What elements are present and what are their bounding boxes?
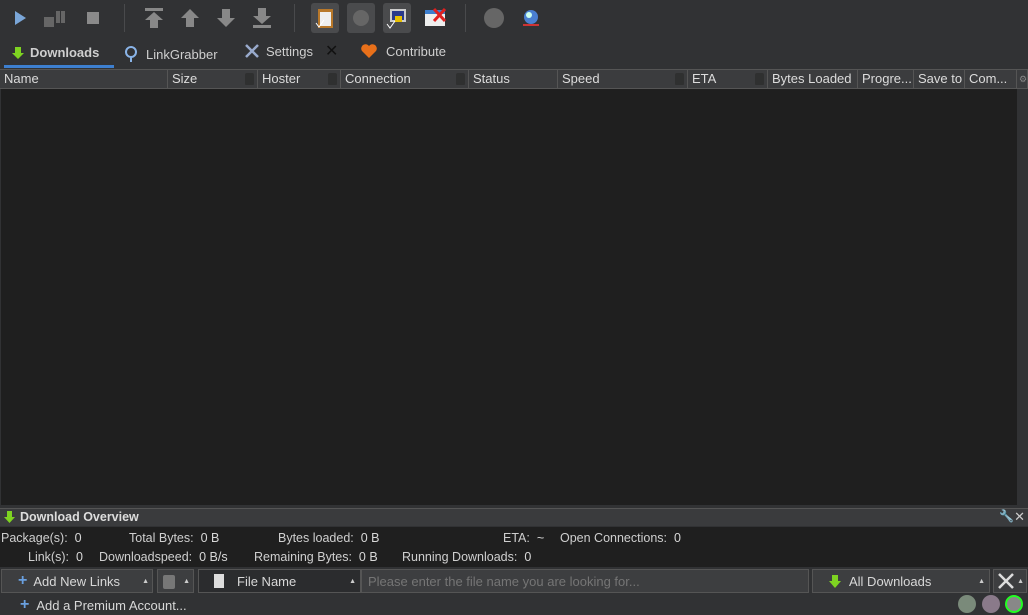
download-arrow-icon (4, 511, 15, 523)
overview-header: Download Overview 🔧 ✕ (0, 508, 1028, 526)
pause-icon (44, 11, 65, 27)
add-new-links-button[interactable]: + Add New Links ▲ (1, 569, 153, 593)
move-down-icon (217, 9, 235, 27)
column-size[interactable]: Size (168, 70, 258, 89)
downloads-table-body[interactable] (1, 89, 1017, 505)
dropdown-arrow-icon[interactable]: ▲ (1017, 578, 1024, 585)
file-icon (214, 574, 224, 588)
dropdown-arrow-icon[interactable]: ▲ (142, 578, 149, 585)
move-top-button[interactable] (140, 3, 168, 33)
column-speed[interactable]: Speed (558, 70, 688, 89)
column-hoster[interactable]: Hoster (258, 70, 341, 89)
auto-reconnect-toggle[interactable] (347, 3, 375, 33)
pause-button[interactable] (40, 3, 68, 33)
column-connection[interactable]: Connection (341, 70, 469, 89)
update-icon (523, 10, 539, 26)
overview-settings-icon[interactable]: 🔧 (999, 509, 1014, 523)
column-bytes-loaded[interactable]: Bytes Loaded (768, 70, 858, 89)
lock-icon (245, 73, 254, 85)
close-tab-icon[interactable]: ✕ (325, 41, 338, 61)
filter-select[interactable]: All Downloads ▲ (812, 569, 990, 593)
move-up-button[interactable] (176, 3, 204, 33)
column-name[interactable]: Name (0, 70, 168, 89)
move-top-icon (145, 8, 163, 28)
stop-icon (87, 12, 99, 24)
lock-icon (328, 73, 337, 85)
heart-icon (361, 44, 377, 58)
clipboard-observer-icon (315, 9, 333, 28)
update-button[interactable] (517, 3, 545, 33)
tab-settings[interactable]: Settings ✕ (244, 37, 338, 65)
overview-stats: Package(s): 0 Total Bytes: 0 B Bytes loa… (0, 527, 1028, 567)
move-bottom-icon (253, 8, 271, 28)
silent-mode-icon (425, 7, 446, 26)
premium-icon (386, 9, 406, 29)
plus-icon: + (20, 596, 30, 613)
lock-icon (675, 73, 684, 85)
add-premium-account-button[interactable]: + Add a Premium Account... (20, 596, 187, 614)
column-settings-icon[interactable]: ⚙ (1017, 70, 1028, 89)
column-eta[interactable]: ETA (688, 70, 768, 89)
connection-status-icon[interactable] (1005, 595, 1023, 613)
start-button[interactable] (6, 3, 34, 33)
table-header: Name Size Hoster Connection Status Speed… (0, 69, 1028, 89)
move-up-icon (181, 9, 199, 27)
column-comment[interactable]: Com... (965, 70, 1017, 89)
view-settings-button[interactable]: ▲ (993, 569, 1027, 593)
column-status[interactable]: Status (469, 70, 558, 89)
move-down-button[interactable] (212, 3, 240, 33)
premium-toggle[interactable] (383, 3, 411, 33)
search-input[interactable] (361, 569, 809, 593)
tab-contribute[interactable]: Contribute (360, 37, 446, 65)
reconnect-status-icon[interactable] (958, 595, 976, 613)
play-icon (15, 11, 26, 25)
tools-icon (998, 573, 1014, 589)
tab-downloads[interactable]: Downloads (4, 40, 114, 68)
lock-icon (755, 73, 764, 85)
column-save-to[interactable]: Save to (914, 70, 965, 89)
clipboard-toggle[interactable] (311, 3, 339, 33)
tab-linkgrabber[interactable]: LinkGrabber (124, 40, 218, 68)
reconnect-icon (484, 8, 504, 28)
dropdown-arrow-icon[interactable]: ▲ (183, 578, 190, 585)
plus-icon: + (18, 572, 28, 589)
overview-close-icon[interactable]: ✕ (1014, 509, 1025, 525)
lock-icon (456, 73, 465, 85)
silent-mode-toggle[interactable] (420, 3, 448, 33)
dropdown-arrow-icon: ▲ (978, 577, 985, 585)
dropdown-arrow-icon: ▲ (349, 577, 356, 585)
magnifier-icon (125, 46, 137, 62)
download-arrow-icon (829, 574, 841, 588)
auto-reconnect-icon (353, 10, 369, 26)
trash-icon (163, 575, 175, 589)
stop-button[interactable] (79, 3, 107, 33)
reconnect-button[interactable] (480, 3, 508, 33)
column-progress[interactable]: Progre... (858, 70, 914, 89)
clear-button[interactable]: ▲ (157, 569, 194, 593)
move-bottom-button[interactable] (248, 3, 276, 33)
search-field-select[interactable]: File Name ▲ (198, 569, 361, 593)
download-arrow-icon (12, 46, 24, 59)
extraction-status-icon[interactable] (982, 595, 1000, 613)
tools-icon (245, 44, 259, 58)
